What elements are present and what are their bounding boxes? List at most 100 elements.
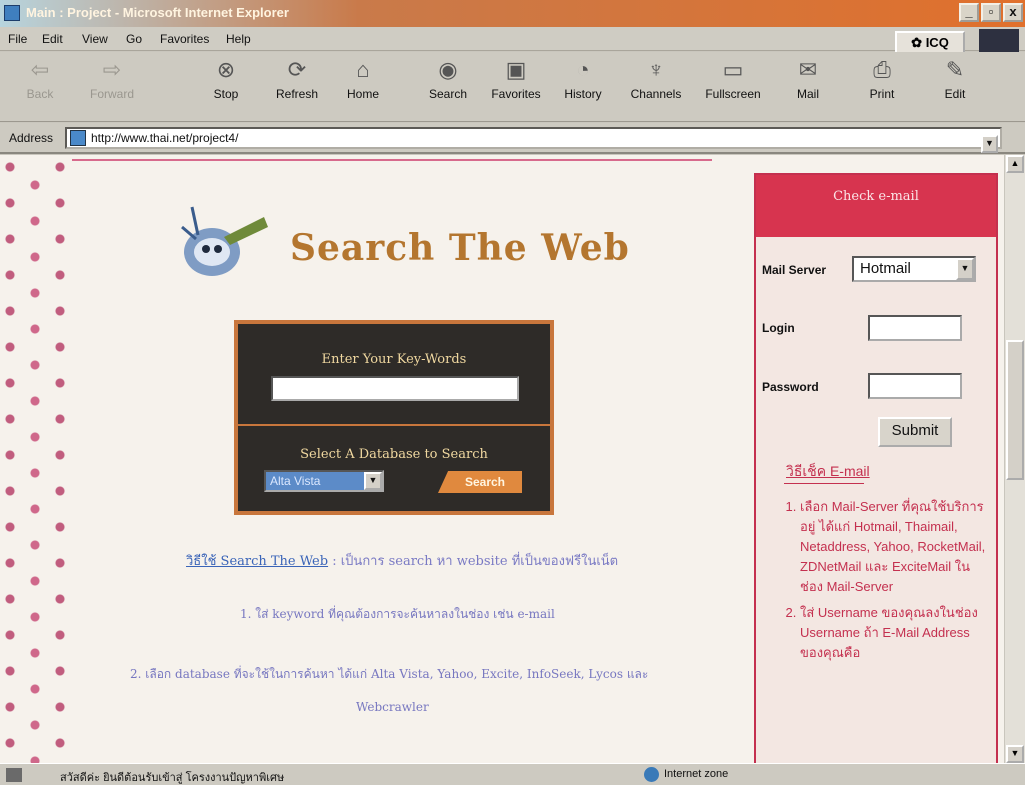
menu-edit[interactable]: Edit <box>42 32 63 46</box>
submit-button[interactable]: Submit <box>878 417 952 447</box>
address-bar: Address http://www.thai.net/project4/ ▼ <box>0 123 1025 154</box>
channels-label: Channels <box>630 87 682 101</box>
print-label: Print <box>869 87 895 101</box>
favorites-icon: ▣ <box>505 57 527 82</box>
address-label: Address <box>9 131 54 145</box>
mail-server-value: Hotmail <box>860 260 911 277</box>
search-icon: ◉ <box>438 57 458 82</box>
mail-server-select[interactable]: Hotmail ▼ <box>852 256 976 282</box>
keyword-input[interactable] <box>271 376 519 401</box>
menu-favorites[interactable]: Favorites <box>160 32 209 46</box>
howto-text: : เป็นการ search หา website ที่เป็นของฟร… <box>332 554 619 569</box>
refresh-button[interactable]: ⟳ Refresh <box>267 56 327 101</box>
stop-button[interactable]: ⊗ Stop <box>196 56 256 101</box>
stop-icon: ⊗ <box>216 57 236 82</box>
menu-go[interactable]: Go <box>126 32 142 46</box>
database-selected: Alta Vista <box>270 474 321 488</box>
edit-label: Edit <box>944 87 966 101</box>
vertical-scrollbar[interactable]: ▲ ▼ <box>1005 155 1025 763</box>
address-url: http://www.thai.net/project4/ <box>91 131 239 145</box>
home-label: Home <box>346 87 379 101</box>
stop-label: Stop <box>213 87 239 101</box>
title-bar[interactable]: Main : Project - Microsoft Internet Expl… <box>0 0 1025 27</box>
toolbar: ⇦ Back ⇨ Forward ⊗ Stop ⟳ Refresh ⌂ Home… <box>0 52 1025 122</box>
ie-app-icon[interactable] <box>4 5 20 21</box>
menu-bar: File Edit View Go Favorites Help ✿ ICQ <box>0 27 1025 61</box>
howto-link[interactable]: วิธีใช้ Search The Web <box>186 554 328 569</box>
refresh-icon: ⟳ <box>287 57 307 82</box>
minimize-button[interactable]: _ <box>959 3 979 22</box>
list-item: ใส่ Username ของคุณลงในช่อง Username ถ้า… <box>800 603 990 663</box>
fullscreen-button[interactable]: ▭ Fullscreen <box>703 56 763 101</box>
fullscreen-label: Fullscreen <box>705 87 761 101</box>
instruction-step-2: 2. เลือก database ที่จะใช้ในการค้นหา ได้… <box>130 667 649 681</box>
database-select[interactable]: Alta Vista ▼ <box>264 470 384 492</box>
email-steps-list: เลือก Mail-Server ที่คุณใช้บริการอยู่ ได… <box>778 497 990 669</box>
decorative-border <box>0 155 70 763</box>
divider <box>784 483 864 484</box>
robot-logo-icon <box>181 206 268 276</box>
page-title: Search The Web <box>290 227 630 269</box>
fullscreen-icon: ▭ <box>722 57 744 82</box>
mail-button[interactable]: ✉ Mail <box>778 56 838 101</box>
print-button[interactable]: ⎙ Print <box>852 56 912 101</box>
check-email-panel: Check e-mail Mail Server Hotmail ▼ Login… <box>754 173 998 763</box>
address-field[interactable]: http://www.thai.net/project4/ ▼ <box>65 127 1002 153</box>
edit-icon: ✎ <box>945 57 965 82</box>
scroll-up-icon[interactable]: ▲ <box>1006 155 1024 173</box>
back-arrow-icon: ⇦ <box>30 57 50 82</box>
search-button[interactable]: ◉ Search <box>418 56 478 101</box>
mail-label: Mail <box>796 87 819 101</box>
list-item: เลือก Mail-Server ที่คุณใช้บริการอยู่ ได… <box>800 497 990 597</box>
maximize-button[interactable]: ▫ <box>981 3 1001 22</box>
search-panel: Enter Your Key-Words Select A Database t… <box>234 320 554 515</box>
favorites-button[interactable]: ▣ Favorites <box>486 56 546 101</box>
database-label: Select A Database to Search <box>300 447 488 462</box>
email-howto-link[interactable]: วิธีเช็ค E-mail <box>786 461 870 483</box>
print-icon: ⎙ <box>873 57 891 82</box>
menu-help[interactable]: Help <box>226 32 251 46</box>
instruction-step-2-continued: Webcrawler <box>356 700 429 714</box>
login-label: Login <box>762 321 795 335</box>
menu-file[interactable]: File <box>8 32 27 46</box>
scroll-thumb[interactable] <box>1006 340 1024 480</box>
keyword-label: Enter Your Key-Words <box>321 352 467 367</box>
scroll-down-icon[interactable]: ▼ <box>1006 745 1024 763</box>
history-label: History <box>564 87 602 101</box>
page-content: Search The Web Enter Your Key-Words Sele… <box>0 155 1004 763</box>
mail-icon: ✉ <box>798 57 818 82</box>
window-title: Main : Project - Microsoft Internet Expl… <box>26 5 289 20</box>
history-button[interactable]: ◔ History <box>553 56 613 101</box>
history-icon: ◔ <box>576 57 590 82</box>
back-button[interactable]: ⇦ Back <box>10 56 70 101</box>
home-button[interactable]: ⌂ Home <box>333 56 393 101</box>
channels-button[interactable]: ♆ Channels <box>626 56 686 101</box>
status-message: สวัสดีค่ะ ยินดีต้อนรับเข้าสู่ โครงงานปัญ… <box>60 772 285 784</box>
chevron-down-icon[interactable]: ▼ <box>364 472 382 490</box>
icq-label: ICQ <box>925 35 949 50</box>
chevron-down-icon: ▼ <box>985 138 994 148</box>
home-icon: ⌂ <box>356 57 370 82</box>
channels-icon: ♆ <box>647 57 665 82</box>
panel-divider <box>238 424 550 426</box>
search-submit-button[interactable]: Search <box>438 471 522 493</box>
menu-view[interactable]: View <box>82 32 108 46</box>
flower-icon: ✿ <box>911 35 926 50</box>
login-input[interactable] <box>868 315 962 341</box>
howto-line: วิธีใช้ Search The Web : เป็นการ search … <box>186 550 618 571</box>
password-input[interactable] <box>868 373 962 399</box>
security-zone: Internet zone <box>664 768 729 780</box>
chevron-down-icon[interactable]: ▼ <box>956 258 974 280</box>
refresh-label: Refresh <box>275 87 319 101</box>
close-button[interactable]: x <box>1003 3 1023 22</box>
edit-button[interactable]: ✎ Edit <box>925 56 985 101</box>
back-label: Back <box>26 87 54 101</box>
forward-button[interactable]: ⇨ Forward <box>82 56 142 101</box>
globe-icon <box>644 767 659 782</box>
address-dropdown-button[interactable]: ▼ <box>981 135 998 153</box>
forward-arrow-icon: ⇨ <box>102 57 122 82</box>
window-controls: _ ▫ x <box>959 3 1023 22</box>
search-label: Search <box>428 87 468 101</box>
favorites-label: Favorites <box>491 87 541 101</box>
password-label: Password <box>762 380 819 394</box>
